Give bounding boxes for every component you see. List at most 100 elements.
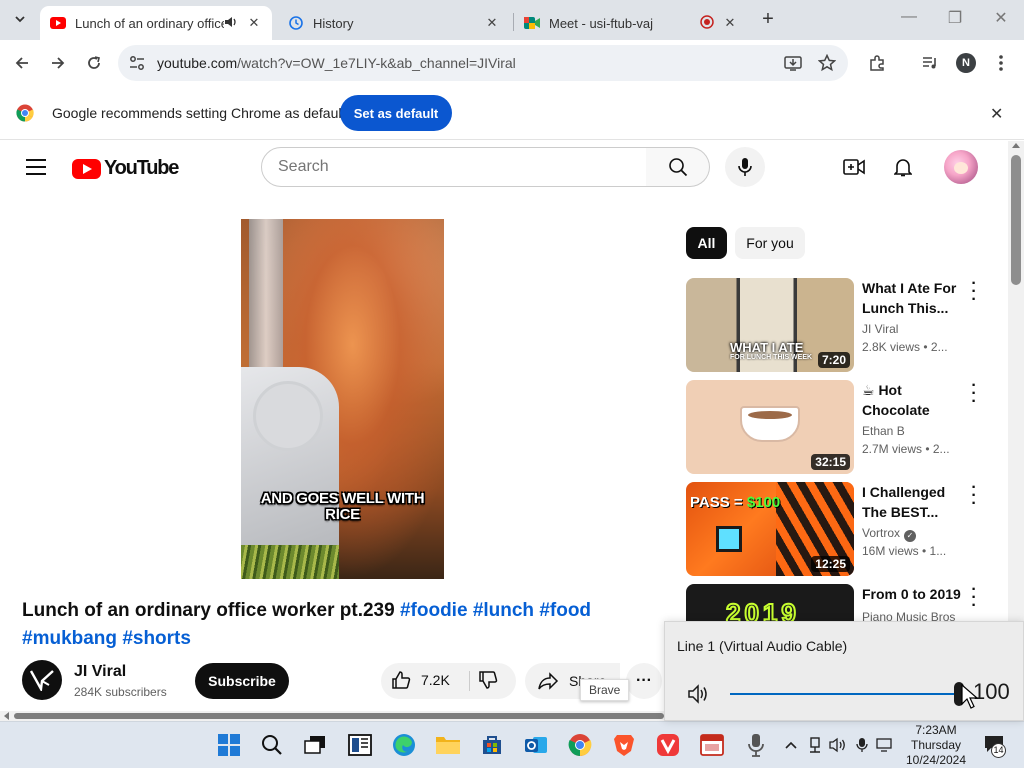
voice-search-button[interactable] — [725, 147, 765, 187]
notifications-button[interactable] — [891, 155, 915, 179]
widgets-button[interactable] — [347, 732, 373, 758]
scrollbar-thumb[interactable] — [1011, 155, 1021, 285]
arrow-left-icon — [15, 57, 28, 69]
bookmark-star-icon[interactable] — [817, 53, 837, 75]
video-thumbnail[interactable]: PASS = $100 12:25 — [686, 482, 854, 576]
extensions-icon[interactable] — [866, 52, 888, 74]
address-bar[interactable]: youtube.com/watch?v=OW_1e7LIY-k&ab_chann… — [118, 45, 848, 81]
chip-for-you[interactable]: For you — [735, 227, 805, 259]
recommended-channel[interactable]: JI Viral — [862, 322, 898, 336]
search-icon — [262, 735, 282, 755]
close-tab-icon[interactable]: ✕ — [722, 15, 738, 31]
tab-title: History — [313, 15, 354, 31]
chevron-up-icon[interactable] — [782, 736, 800, 754]
close-infobar-icon[interactable]: ✕ — [990, 104, 1003, 124]
subscribe-button[interactable]: Subscribe — [195, 663, 289, 699]
more-vertical-icon[interactable]: · · · — [968, 480, 980, 512]
create-button[interactable] — [842, 155, 866, 179]
channel-avatar[interactable] — [22, 660, 62, 700]
recommended-title[interactable]: What I Ate For Lunch This... — [862, 278, 962, 318]
search-button[interactable] — [646, 147, 710, 187]
recommended-channel[interactable]: Ethan B — [862, 424, 905, 438]
volume-tray-icon[interactable] — [829, 736, 847, 754]
media-control-icon[interactable] — [919, 52, 941, 74]
recommended-video[interactable]: PASS = $100 12:25 I Challenged The BEST.… — [686, 480, 1006, 576]
clock-time: 7:23AM — [915, 723, 957, 737]
start-button[interactable] — [216, 732, 242, 758]
recommended-video[interactable]: WHAT I ATE FOR LUNCH THIS WEEK 7:20 What… — [686, 276, 1006, 372]
profile-avatar[interactable]: N — [956, 53, 976, 73]
browser-toolbar: youtube.com/watch?v=OW_1e7LIY-k&ab_chann… — [0, 40, 1024, 86]
volume-slider-track[interactable] — [730, 693, 958, 695]
media-app-button[interactable] — [699, 732, 725, 758]
more-vertical-icon[interactable]: · · · — [968, 582, 980, 614]
notification-center-button[interactable]: 14 — [984, 735, 1006, 758]
channel-name[interactable]: JI Viral — [74, 663, 126, 681]
restore-icon[interactable]: ❐ — [943, 8, 967, 28]
more-actions-button[interactable]: ··· — [626, 663, 662, 699]
audio-device-name[interactable]: Line 1 (Virtual Audio Cable) — [677, 638, 847, 654]
close-window-icon[interactable]: ✕ — [989, 8, 1013, 28]
video-thumbnail[interactable]: 32:15 — [686, 380, 854, 474]
chrome-taskbar-button[interactable] — [567, 732, 593, 758]
edge-button[interactable] — [391, 732, 417, 758]
hashtag-link[interactable]: #lunch — [473, 600, 534, 621]
store-button[interactable] — [479, 732, 505, 758]
recommended-title[interactable]: I Challenged The BEST... — [862, 482, 962, 522]
hashtag-link[interactable]: #foodie — [400, 600, 468, 621]
file-explorer-button[interactable] — [435, 732, 461, 758]
system-clock[interactable]: 7:23AM Thursday 10/24/2024 — [896, 723, 976, 768]
tab-youtube[interactable]: Lunch of an ordinary office worker pt.23… — [40, 6, 272, 40]
taskbar-search-button[interactable] — [259, 732, 285, 758]
vivaldi-icon — [657, 734, 679, 756]
set-as-default-button[interactable]: Set as default — [340, 95, 452, 131]
new-tab-button[interactable]: + — [758, 9, 778, 29]
tab-search-button[interactable] — [8, 7, 32, 31]
outlook-button[interactable] — [523, 732, 549, 758]
like-button[interactable]: 7.2K — [391, 670, 450, 690]
reload-button[interactable] — [81, 50, 107, 76]
recommended-video[interactable]: 32:15 ☕ Hot Chocolate [lo... Ethan B 2.7… — [686, 378, 1006, 474]
tab-meet[interactable]: Meet - usi-ftub-vaj ✕ — [514, 6, 748, 40]
task-view-icon — [304, 736, 325, 754]
recommended-channel[interactable]: Vortrox ✓ — [862, 526, 917, 542]
speaker-icon[interactable] — [224, 15, 238, 32]
search-input[interactable] — [262, 148, 622, 186]
display-icon[interactable] — [876, 736, 894, 754]
install-app-icon[interactable] — [784, 54, 802, 75]
guide-menu-icon[interactable] — [26, 159, 46, 180]
dislike-button[interactable] — [478, 670, 498, 693]
network-icon[interactable] — [806, 736, 824, 754]
microphone-tray-icon[interactable] — [853, 736, 871, 754]
scroll-left-arrow-icon[interactable] — [4, 712, 9, 720]
hashtag-link[interactable]: #shorts — [122, 628, 191, 649]
voice-recorder-button[interactable] — [743, 732, 769, 758]
forward-button[interactable] — [45, 50, 71, 76]
chip-all[interactable]: All — [686, 227, 727, 259]
account-avatar[interactable] — [944, 150, 978, 184]
video-thumbnail[interactable]: WHAT I ATE FOR LUNCH THIS WEEK 7:20 — [686, 278, 854, 372]
scroll-up-arrow-icon[interactable] — [1012, 143, 1020, 148]
more-vertical-icon[interactable]: · · · — [968, 378, 980, 410]
minimize-icon[interactable]: — — [897, 8, 921, 26]
task-view-button[interactable] — [302, 732, 328, 758]
video-player[interactable]: AND GOES WELL WITH RICE — [241, 219, 444, 579]
back-button[interactable] — [9, 50, 35, 76]
cube-illustration — [716, 526, 742, 552]
bell-icon — [894, 159, 912, 177]
scrollbar-thumb[interactable] — [14, 713, 664, 719]
vivaldi-button[interactable] — [655, 732, 681, 758]
close-tab-icon[interactable]: ✕ — [484, 15, 500, 31]
hashtag-link[interactable]: #food — [539, 600, 591, 621]
speaker-icon[interactable] — [687, 683, 713, 708]
tab-history[interactable]: History ✕ — [278, 6, 510, 40]
menu-kebab-icon[interactable] — [990, 52, 1012, 74]
hashtag-link[interactable]: #mukbang — [22, 628, 117, 649]
recommended-meta: 2.7M views • 2... — [862, 442, 950, 456]
more-vertical-icon[interactable]: · · · — [968, 276, 980, 308]
site-info-icon[interactable] — [128, 54, 146, 75]
youtube-logo[interactable]: YouTube — [72, 157, 179, 180]
close-tab-icon[interactable]: ✕ — [246, 15, 262, 31]
brave-button[interactable] — [611, 732, 637, 758]
recommended-title[interactable]: ☕ Hot Chocolate [lo... — [862, 380, 962, 420]
